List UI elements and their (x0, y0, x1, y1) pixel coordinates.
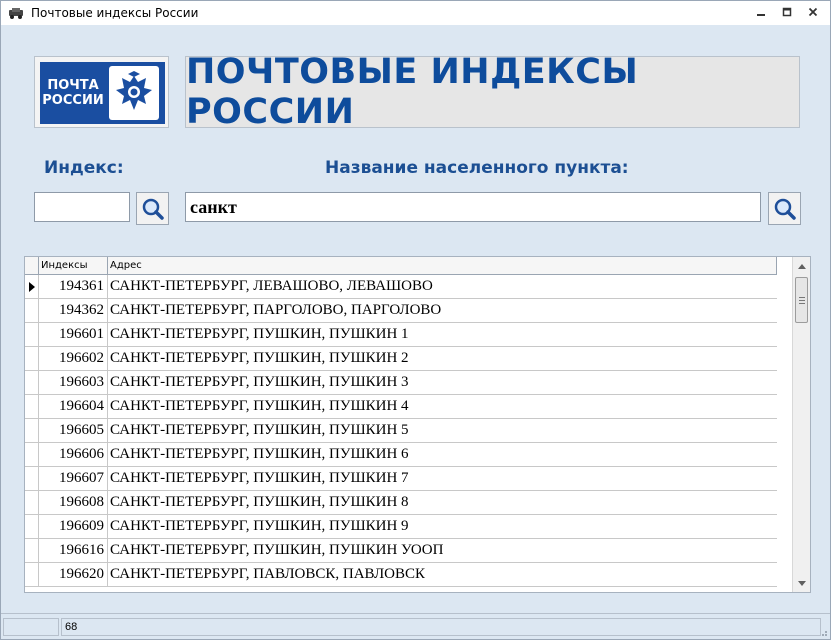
index-input[interactable] (34, 192, 130, 222)
post-logo-text: ПОЧТА РОССИИ (40, 78, 106, 108)
cell-address[interactable]: САНКТ-ПЕТЕРБУРГ, ПАВЛОВСК, ПАВЛОВСК (108, 563, 777, 586)
cell-index[interactable]: 196606 (39, 443, 108, 466)
row-selector[interactable] (25, 467, 39, 490)
scroll-down-icon[interactable] (793, 575, 810, 592)
search-icon (142, 198, 164, 220)
current-row-marker-icon (29, 282, 35, 292)
post-logo-panel: ПОЧТА РОССИИ (40, 62, 165, 124)
status-bar: 68 (1, 613, 830, 639)
maximize-icon[interactable] (774, 3, 800, 21)
cell-index[interactable]: 196616 (39, 539, 108, 562)
table-row[interactable]: 196606 САНКТ-ПЕТЕРБУРГ, ПУШКИН, ПУШКИН 6 (25, 443, 777, 467)
close-icon[interactable] (800, 3, 826, 21)
banner-title: ПОЧТОВЫЕ ИНДЕКСЫ РОССИИ (185, 52, 800, 132)
table-row[interactable]: 196602 САНКТ-ПЕТЕРБУРГ, ПУШКИН, ПУШКИН 2 (25, 347, 777, 371)
table-row[interactable]: 196604 САНКТ-ПЕТЕРБУРГ, ПУШКИН, ПУШКИН 4 (25, 395, 777, 419)
cell-index[interactable]: 194361 (39, 275, 108, 298)
window-title: Почтовые индексы России (31, 6, 199, 20)
window-controls (748, 3, 826, 21)
minimize-icon[interactable] (748, 3, 774, 21)
table-row[interactable]: 196605 САНКТ-ПЕТЕРБУРГ, ПУШКИН, ПУШКИН 5 (25, 419, 777, 443)
settlement-name-input[interactable] (185, 192, 761, 222)
cell-address[interactable]: САНКТ-ПЕТЕРБУРГ, ПУШКИН, ПУШКИН 5 (108, 419, 777, 442)
table-row[interactable]: 196601 САНКТ-ПЕТЕРБУРГ, ПУШКИН, ПУШКИН 1 (25, 323, 777, 347)
scroll-up-icon[interactable] (793, 257, 810, 274)
cell-index[interactable]: 196603 (39, 371, 108, 394)
app-icon (7, 6, 25, 20)
row-selector[interactable] (25, 275, 39, 298)
index-search-button[interactable] (136, 192, 169, 225)
grid-header: Индексы Адрес (25, 257, 777, 275)
cell-address[interactable]: САНКТ-ПЕТЕРБУРГ, ПАРГОЛОВО, ПАРГОЛОВО (108, 299, 777, 322)
cell-index[interactable]: 194362 (39, 299, 108, 322)
row-selector[interactable] (25, 299, 39, 322)
cell-index[interactable]: 196601 (39, 323, 108, 346)
scroll-thumb[interactable] (795, 277, 808, 323)
cell-address[interactable]: САНКТ-ПЕТЕРБУРГ, ПУШКИН, ПУШКИН 4 (108, 395, 777, 418)
table-row[interactable]: 196603 САНКТ-ПЕТЕРБУРГ, ПУШКИН, ПУШКИН 3 (25, 371, 777, 395)
status-cell-empty (3, 618, 59, 636)
row-selector[interactable] (25, 323, 39, 346)
row-selector[interactable] (25, 563, 39, 586)
vertical-scrollbar[interactable] (792, 257, 810, 592)
post-logo-line1: ПОЧТА (47, 78, 99, 93)
row-selector[interactable] (25, 371, 39, 394)
table-row[interactable]: 196609 САНКТ-ПЕТЕРБУРГ, ПУШКИН, ПУШКИН 9 (25, 515, 777, 539)
grid-rows: 194361 САНКТ-ПЕТЕРБУРГ, ЛЕВАШОВО, ЛЕВАШОВ… (25, 275, 777, 587)
index-label: Индекс: (44, 158, 124, 178)
cell-address[interactable]: САНКТ-ПЕТЕРБУРГ, ПУШКИН, ПУШКИН 3 (108, 371, 777, 394)
table-row[interactable]: 196607 САНКТ-ПЕТЕРБУРГ, ПУШКИН, ПУШКИН 7 (25, 467, 777, 491)
cell-index[interactable]: 196620 (39, 563, 108, 586)
row-selector[interactable] (25, 443, 39, 466)
column-header-address[interactable]: Адрес (108, 257, 777, 274)
table-row[interactable]: 196608 САНКТ-ПЕТЕРБУРГ, ПУШКИН, ПУШКИН 8 (25, 491, 777, 515)
row-selector[interactable] (25, 539, 39, 562)
table-row[interactable]: 194361 САНКТ-ПЕТЕРБУРГ, ЛЕВАШОВО, ЛЕВАШОВ… (25, 275, 777, 299)
title-bar[interactable]: Почтовые индексы России (1, 1, 830, 25)
search-icon (774, 198, 796, 220)
table-row[interactable]: 194362 САНКТ-ПЕТЕРБУРГ, ПАРГОЛОВО, ПАРГОЛ… (25, 299, 777, 323)
cell-address[interactable]: САНКТ-ПЕТЕРБУРГ, ПУШКИН, ПУШКИН 7 (108, 467, 777, 490)
cell-index[interactable]: 196604 (39, 395, 108, 418)
results-grid[interactable]: Индексы Адрес 194361 САНКТ-ПЕТЕРБУРГ, ЛЕВ… (24, 256, 811, 593)
cell-address[interactable]: САНКТ-ПЕТЕРБУРГ, ПУШКИН, ПУШКИН УООП (108, 539, 777, 562)
cell-index[interactable]: 196602 (39, 347, 108, 370)
post-logo-line2: РОССИИ (42, 93, 104, 108)
post-logo: ПОЧТА РОССИИ (34, 56, 169, 128)
resize-grip-icon[interactable] (818, 627, 828, 637)
column-header-index[interactable]: Индексы (39, 257, 108, 274)
row-selector[interactable] (25, 395, 39, 418)
table-row[interactable]: 196616 САНКТ-ПЕТЕРБУРГ, ПУШКИН, ПУШКИН УО… (25, 539, 777, 563)
cell-index[interactable]: 196609 (39, 515, 108, 538)
cell-index[interactable]: 196608 (39, 491, 108, 514)
cell-index[interactable]: 196607 (39, 467, 108, 490)
cell-address[interactable]: САНКТ-ПЕТЕРБУРГ, ПУШКИН, ПУШКИН 8 (108, 491, 777, 514)
cell-address[interactable]: САНКТ-ПЕТЕРБУРГ, ПУШКИН, ПУШКИН 9 (108, 515, 777, 538)
cell-address[interactable]: САНКТ-ПЕТЕРБУРГ, ЛЕВАШОВО, ЛЕВАШОВО (108, 275, 777, 298)
row-selector[interactable] (25, 515, 39, 538)
row-selector[interactable] (25, 419, 39, 442)
row-selector-header (25, 257, 39, 274)
cell-index[interactable]: 196605 (39, 419, 108, 442)
settlement-name-label: Название населенного пункта: (325, 158, 629, 178)
status-record-count: 68 (61, 618, 821, 636)
name-search-button[interactable] (768, 192, 801, 225)
cell-address[interactable]: САНКТ-ПЕТЕРБУРГ, ПУШКИН, ПУШКИН 2 (108, 347, 777, 370)
table-row[interactable]: 196620 САНКТ-ПЕТЕРБУРГ, ПАВЛОВСК, ПАВЛОВС… (25, 563, 777, 587)
row-selector[interactable] (25, 347, 39, 370)
cell-address[interactable]: САНКТ-ПЕТЕРБУРГ, ПУШКИН, ПУШКИН 6 (108, 443, 777, 466)
cell-address[interactable]: САНКТ-ПЕТЕРБУРГ, ПУШКИН, ПУШКИН 1 (108, 323, 777, 346)
app-window: Почтовые индексы России ПОЧТА РОССИИ ПОЧ… (0, 0, 831, 640)
row-selector[interactable] (25, 491, 39, 514)
eagle-emblem-icon (109, 66, 159, 120)
